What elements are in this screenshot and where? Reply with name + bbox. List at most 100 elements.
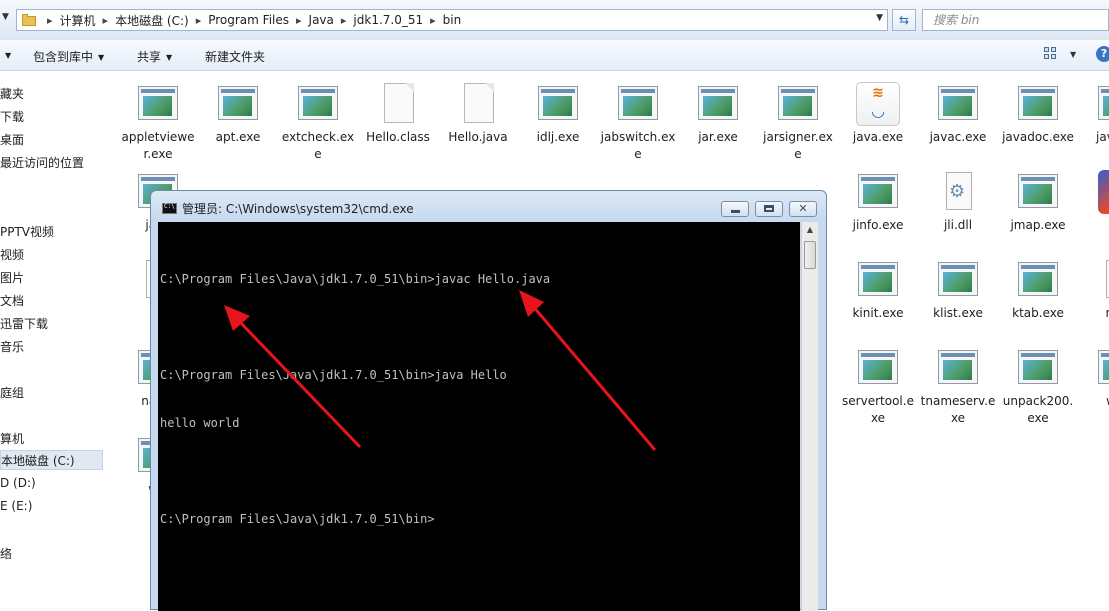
nav-item-thunder-downloads[interactable]: 迅雷下载: [0, 315, 48, 332]
breadcrumb-java[interactable]: Java: [309, 13, 334, 27]
console-output[interactable]: C:\Program Files\Java\jdk1.7.0_51\bin>ja…: [158, 222, 800, 611]
nav-item-videos[interactable]: 视频: [0, 246, 24, 263]
breadcrumb-bin[interactable]: bin: [443, 13, 462, 27]
file-item-jli-dll[interactable]: ⚙ jli.dll: [920, 170, 996, 234]
nav-item-music[interactable]: 音乐: [0, 338, 24, 355]
file-name: Hello.java: [448, 130, 508, 144]
app-icon: [1098, 170, 1109, 214]
cmd-window-title: 管理员: C:\Windows\system32\cmd.exe: [182, 202, 414, 216]
exe-icon: [1018, 86, 1058, 120]
search-input[interactable]: 搜索 bin: [922, 9, 1109, 31]
exe-icon: [858, 350, 898, 384]
file-item-hello-java[interactable]: Hello.java: [440, 82, 516, 146]
console-scrollbar[interactable]: ▲: [801, 222, 818, 611]
file-item-javadoc[interactable]: javadoc.exe: [1000, 82, 1076, 146]
share-button[interactable]: 共享 ▼: [137, 48, 172, 65]
file-item-appletviewer[interactable]: appletviewer.exe: [120, 82, 196, 163]
chevron-right-icon[interactable]: ▸: [430, 14, 436, 27]
file-name: unpack200.exe: [1002, 394, 1074, 425]
console-line: C:\Program Files\Java\jdk1.7.0_51\bin>ja…: [160, 368, 507, 382]
file-item-wsgen[interactable]: wsg: [1080, 346, 1109, 410]
exe-icon: [1018, 174, 1058, 208]
file-item-jabswitch[interactable]: jabswitch.exe: [600, 82, 676, 163]
nav-item-recent-places[interactable]: 最近访问的位置: [0, 154, 84, 171]
file-name: java.exe: [852, 130, 904, 144]
chevron-right-icon[interactable]: ▸: [103, 14, 109, 27]
file-item-servertool[interactable]: servertool.exe: [840, 346, 916, 427]
nav-item-documents[interactable]: 文档: [0, 292, 24, 309]
file-item-idlj[interactable]: idlj.exe: [520, 82, 596, 146]
nav-item-c-drive[interactable]: 本地磁盘 (C:): [0, 450, 103, 470]
address-field[interactable]: ▸ 计算机 ▸ 本地磁盘 (C:) ▸ Program Files ▸ Java…: [16, 9, 888, 31]
file-name: jli.dll: [943, 218, 973, 232]
nav-item-pptv[interactable]: PPTV视频: [0, 223, 54, 240]
chevron-down-icon: ▼: [166, 53, 173, 62]
file-item-jar[interactable]: jar.exe: [680, 82, 756, 146]
file-item-jarsigner[interactable]: jarsigner.exe: [760, 82, 836, 163]
file-item-jm-app[interactable]: jm: [1080, 170, 1109, 234]
file-item-apt[interactable]: apt.exe: [200, 82, 276, 146]
chevron-down-icon[interactable]: ▼: [1070, 50, 1076, 59]
file-item-jinfo[interactable]: jinfo.exe: [840, 170, 916, 234]
include-in-library-button[interactable]: 包含到库中 ▼: [33, 48, 104, 65]
file-item-javac[interactable]: javac.exe: [920, 82, 996, 146]
file-item-unpack200[interactable]: unpack200.exe: [1000, 346, 1076, 427]
file-item-ktab[interactable]: ktab.exe: [1000, 258, 1076, 322]
file-item-extcheck[interactable]: extcheck.exe: [280, 82, 356, 163]
nav-item-e-drive[interactable]: E (E:): [0, 499, 32, 513]
exe-icon: [1098, 86, 1109, 120]
view-options-icon[interactable]: [1044, 47, 1058, 61]
console-icon[interactable]: [162, 203, 177, 214]
file-name: msv: [1080, 305, 1109, 322]
nav-item-desktop[interactable]: 桌面: [0, 131, 24, 148]
maximize-button[interactable]: [755, 201, 783, 217]
file-item-msv[interactable]: ⚙msv: [1080, 258, 1109, 322]
file-item-kinit[interactable]: kinit.exe: [840, 258, 916, 322]
chevron-down-icon[interactable]: ▼: [2, 12, 12, 26]
chevron-down-icon[interactable]: ▼: [0, 48, 11, 62]
exe-icon: [938, 86, 978, 120]
breadcrumb-c-drive[interactable]: 本地磁盘 (C:): [115, 12, 189, 29]
scroll-up-icon[interactable]: ▲: [802, 222, 818, 238]
file-item-hello-class[interactable]: Hello.class: [360, 82, 436, 146]
file-icon: [464, 83, 494, 123]
file-item-klist[interactable]: klist.exe: [920, 258, 996, 322]
minimize-button[interactable]: [721, 201, 749, 217]
file-item-jmap[interactable]: jmap.exe: [1000, 170, 1076, 234]
breadcrumb-jdk[interactable]: jdk1.7.0_51: [353, 13, 423, 27]
nav-item-favorites[interactable]: 藏夹: [0, 85, 24, 102]
navigation-pane: 藏夹 下载 桌面 最近访问的位置 PPTV视频 视频 图片 文档 迅雷下载 音乐…: [0, 71, 106, 604]
breadcrumb-computer[interactable]: 计算机: [60, 12, 96, 29]
file-item-javaagent[interactable]: java ag: [1080, 82, 1109, 146]
folder-icon: [22, 14, 36, 26]
exe-icon: [1098, 350, 1109, 384]
scrollbar-thumb[interactable]: [804, 241, 816, 269]
breadcrumb-program-files[interactable]: Program Files: [208, 13, 289, 27]
help-icon[interactable]: ?: [1096, 46, 1109, 62]
file-item-tnameserv[interactable]: tnameserv.exe: [920, 346, 996, 427]
nav-item-pictures[interactable]: 图片: [0, 269, 24, 286]
nav-item-homegroup[interactable]: 庭组: [0, 384, 24, 401]
chevron-right-icon[interactable]: ▸: [296, 14, 302, 27]
cmd-title-bar[interactable]: 管理员: C:\Windows\system32\cmd.exe ✕: [151, 191, 826, 221]
file-name: Hello.class: [366, 130, 430, 144]
chevron-down-icon: ▼: [98, 53, 105, 62]
new-folder-button[interactable]: 新建文件夹: [205, 48, 265, 65]
close-button[interactable]: ✕: [789, 201, 817, 217]
chevron-right-icon[interactable]: ▸: [341, 14, 347, 27]
file-name: jm: [1080, 217, 1109, 234]
exe-icon: [538, 86, 578, 120]
chevron-right-icon[interactable]: ▸: [47, 14, 53, 27]
exe-icon: [1018, 262, 1058, 296]
nav-item-network[interactable]: 络: [0, 545, 12, 562]
nav-item-d-drive[interactable]: D (D:): [0, 476, 36, 490]
file-name: wsg: [1080, 393, 1109, 410]
refresh-button[interactable]: ⇆: [892, 9, 916, 31]
file-item-java[interactable]: ≋ ◡ java.exe: [840, 82, 916, 146]
exe-icon: [138, 86, 178, 120]
chevron-right-icon[interactable]: ▸: [196, 14, 202, 27]
address-history-dropdown[interactable]: ▼: [876, 13, 883, 23]
nav-item-computer[interactable]: 算机: [0, 430, 24, 447]
nav-item-downloads[interactable]: 下载: [0, 108, 24, 125]
